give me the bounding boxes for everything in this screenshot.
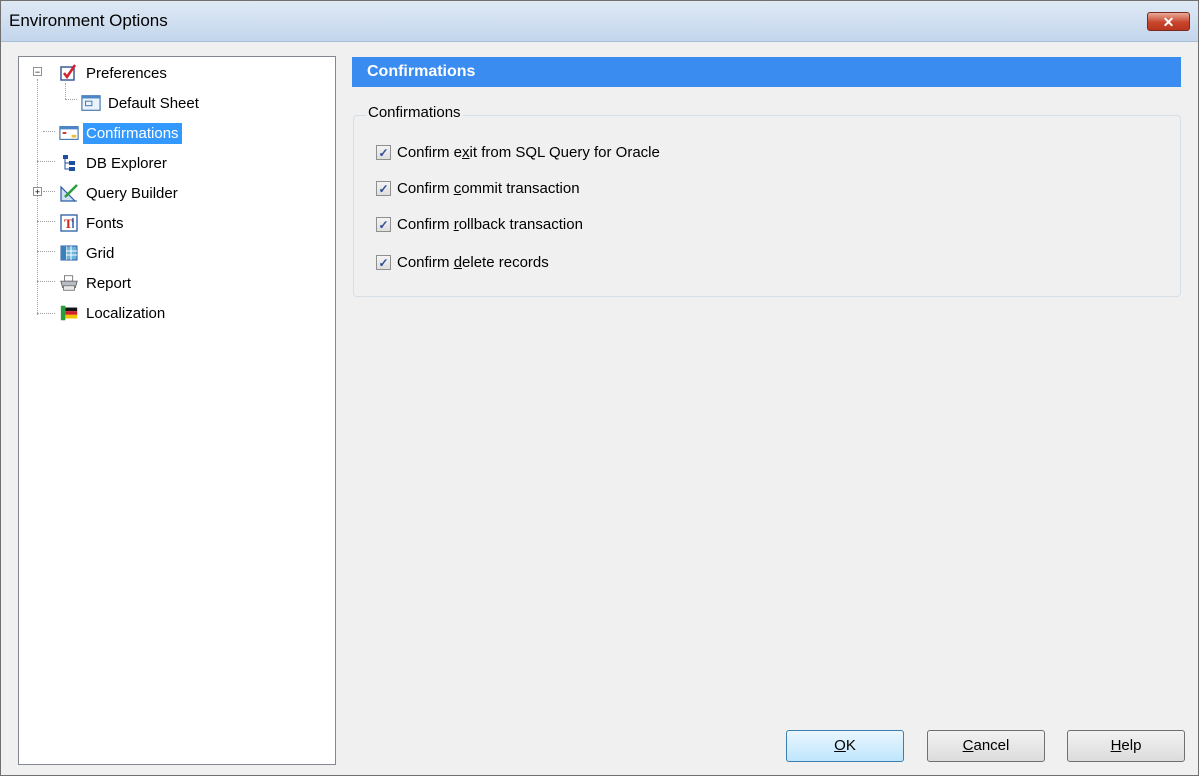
check-icon: ✓	[378, 181, 389, 196]
tree-item-query-builder[interactable]: Query Builder	[59, 181, 181, 205]
tree-item-preferences[interactable]: Preferences	[59, 61, 170, 85]
tree-item-grid[interactable]: Grid	[59, 241, 117, 265]
group-label: Confirmations	[366, 104, 463, 121]
confirm-exit-checkbox[interactable]: ✓ Confirm exit from SQL Query for Oracle	[376, 144, 660, 161]
tree-item-localization[interactable]: Localization	[59, 301, 168, 325]
tree-item-report[interactable]: Report	[59, 271, 134, 295]
title-bar[interactable]: Environment Options ✕	[1, 1, 1198, 42]
tree-item-label: Default Sheet	[108, 94, 199, 112]
help-button[interactable]: Help	[1067, 730, 1185, 762]
checkbox-label: Confirm rollback transaction	[397, 216, 583, 233]
grid-icon	[59, 243, 79, 263]
check-icon: ✓	[378, 217, 389, 232]
checkbox-form-icon	[59, 63, 79, 83]
collapse-preferences-toggle[interactable]: −	[33, 67, 42, 77]
confirm-delete-checkbox[interactable]: ✓ Confirm delete records	[376, 254, 549, 271]
flag-icon	[59, 303, 79, 323]
options-tree[interactable]: − + Preferences Default Sheet Confirmati…	[18, 56, 336, 765]
tree-item-label: DB Explorer	[86, 154, 167, 172]
checkbox[interactable]: ✓	[376, 145, 391, 160]
section-header: Confirmations	[352, 57, 1181, 87]
check-icon: ✓	[378, 255, 389, 270]
tree-item-label: Grid	[86, 244, 115, 262]
sheet-window-icon	[81, 93, 101, 113]
tree-item-label: Preferences	[86, 64, 167, 82]
checkbox[interactable]: ✓	[376, 181, 391, 196]
tree-item-label: Query Builder	[86, 184, 178, 202]
tree-item-default-sheet[interactable]: Default Sheet	[81, 91, 202, 115]
checkbox-label: Confirm delete records	[397, 254, 549, 271]
confirm-rollback-checkbox[interactable]: ✓ Confirm rollback transaction	[376, 216, 583, 233]
tree-item-fonts[interactable]: T Fonts	[59, 211, 127, 235]
close-icon: ✕	[1162, 14, 1175, 30]
check-icon: ✓	[378, 145, 389, 160]
tree-item-label: Confirmations	[83, 122, 182, 144]
confirm-commit-checkbox[interactable]: ✓ Confirm commit transaction	[376, 180, 580, 197]
tree-item-label: Fonts	[86, 214, 124, 232]
tree-item-label: Report	[86, 274, 132, 292]
checkbox-label: Confirm exit from SQL Query for Oracle	[397, 144, 660, 161]
close-button[interactable]: ✕	[1147, 12, 1190, 31]
tree-item-confirmations[interactable]: Confirmations	[59, 121, 182, 145]
tree-structure-icon	[59, 153, 79, 173]
checkbox[interactable]: ✓	[376, 217, 391, 232]
dialog-icon	[59, 123, 79, 143]
font-icon: T	[59, 213, 79, 233]
printer-icon	[59, 273, 79, 293]
tree-item-label: Localization	[86, 304, 166, 322]
tree-item-db-explorer[interactable]: DB Explorer	[59, 151, 170, 175]
svg-text:T: T	[64, 216, 73, 231]
cancel-button[interactable]: Cancel	[927, 730, 1045, 762]
expand-query-builder-toggle[interactable]: +	[33, 187, 42, 197]
window-title: Environment Options	[9, 11, 168, 30]
ok-button[interactable]: OK	[786, 730, 904, 762]
checkbox[interactable]: ✓	[376, 255, 391, 270]
checkbox-label: Confirm commit transaction	[397, 180, 580, 197]
ruler-pencil-icon	[59, 183, 79, 203]
